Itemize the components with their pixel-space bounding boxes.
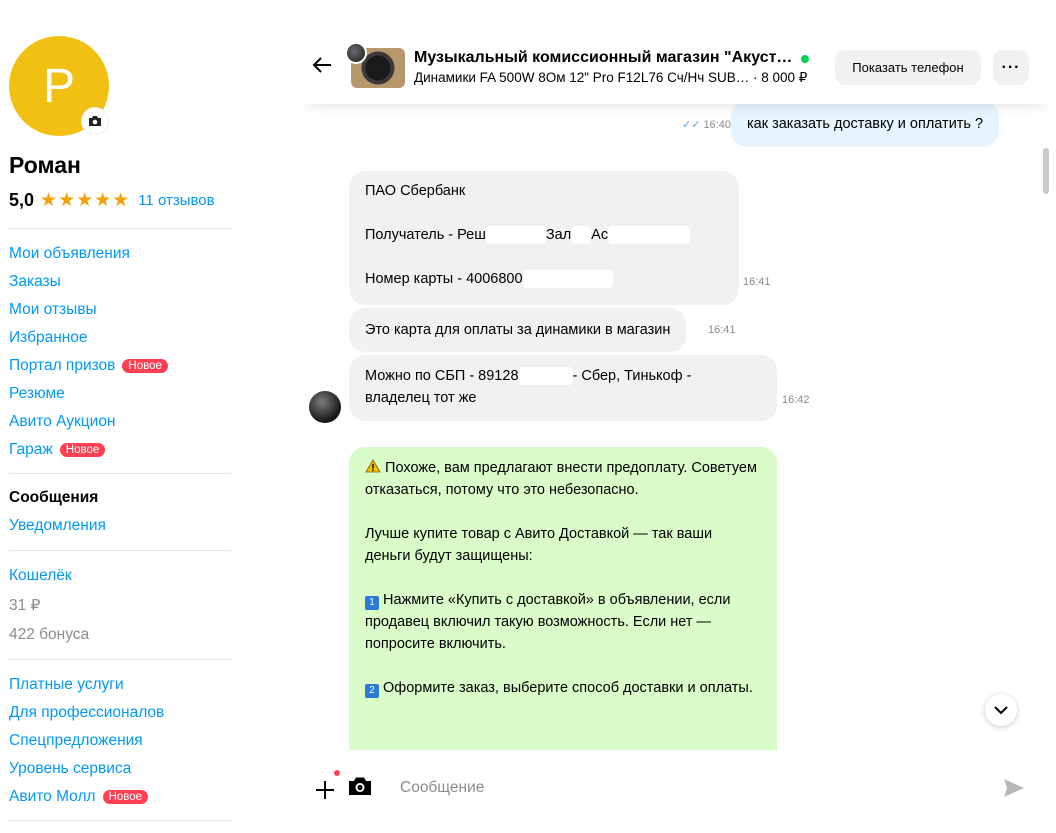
seller-message-avatar [309, 391, 341, 423]
item-subtitle[interactable]: Динамики FA 500W 8Ом 12" Pro F12L76 Сч/Н… [414, 70, 807, 86]
step-number-icon: 2 [365, 684, 379, 698]
message-input-bar [296, 750, 1056, 833]
menu-item-for-pros[interactable]: Для профессионалов [9, 699, 239, 727]
new-badge: Новое [59, 443, 106, 457]
send-icon[interactable] [1003, 778, 1025, 803]
chat-title[interactable]: Музыкальный комиссионный магазин "Акуст… [414, 49, 792, 67]
menu-item-favorites[interactable]: Избранное [9, 324, 239, 352]
message-input[interactable] [400, 774, 990, 802]
notification-dot-icon [334, 770, 340, 776]
message-line: Номер карты - 4006800 [365, 268, 723, 290]
menu-item-orders[interactable]: Заказы [9, 268, 239, 296]
divider [9, 473, 231, 474]
prepayment-warning-message: Похоже, вам предлагают внести предоплату… [349, 447, 777, 767]
reviews-link[interactable]: 11 отзывов [138, 192, 214, 209]
profile-rating: 5,0 ★★★★★ 11 отзывов [9, 189, 215, 212]
warning-step: 1 Нажмите «Купить с доставкой» в объявле… [365, 592, 731, 652]
new-badge: Новое [122, 359, 168, 373]
message-time: 16:42 [782, 394, 810, 406]
message-line: Получатель - Реш Зал Ас [365, 224, 723, 246]
seller-avatar [345, 42, 367, 64]
change-photo-camera-icon[interactable] [82, 108, 108, 134]
menu-item-resume[interactable]: Резюме [9, 380, 239, 408]
more-options-button[interactable]: ··· [993, 50, 1029, 85]
warning-icon [365, 459, 381, 476]
menu-item-notifications[interactable]: Уведомления [9, 512, 239, 540]
menu-item-my-reviews[interactable]: Мои отзывы [9, 296, 239, 324]
camera-icon[interactable] [348, 776, 372, 801]
outgoing-message: как заказать доставку и оплатить ? [731, 101, 1000, 147]
menu-item-my-ads[interactable]: Мои объявления [9, 240, 239, 268]
menu-item-auction[interactable]: Авито Аукцион [9, 408, 239, 436]
menu-item-wallet[interactable]: Кошелёк [9, 562, 239, 590]
divider [9, 228, 231, 229]
divider [9, 550, 231, 551]
message-time: ✓✓ 16:40 [682, 119, 731, 131]
avatar-initial: Р [42, 59, 75, 113]
menu-section-main: Мои объявления Заказы Мои отзывы Избранн… [9, 240, 239, 464]
divider [9, 659, 231, 660]
warning-paragraph: Похоже, вам предлагают внести предоплату… [365, 459, 757, 498]
back-arrow-icon[interactable] [312, 54, 332, 80]
incoming-message: Это карта для оплаты за динамики в магаз… [349, 308, 687, 352]
step-number-icon: 1 [365, 596, 379, 610]
menu-item-avito-mall[interactable]: Авито Молл Новое [9, 783, 239, 811]
warning-paragraph: Лучше купите товар с Авито Доставкой — т… [365, 526, 713, 564]
menu-item-special-offers[interactable]: Спецпредложения [9, 727, 239, 755]
divider [9, 820, 231, 821]
message-time: 16:41 [708, 324, 736, 336]
message-line: владелец тот же [365, 390, 477, 406]
online-status-icon [801, 55, 809, 63]
incoming-message: ПАО Сбербанк Получатель - Реш Зал Ас Номер… [349, 171, 739, 305]
read-checks-icon: ✓✓ [682, 119, 701, 131]
new-badge: Новое [102, 790, 149, 804]
rating-stars-icon: ★★★★★ [40, 190, 131, 211]
attach-plus-icon[interactable] [315, 776, 335, 807]
chat-panel: Музыкальный комиссионный магазин "Акуст…… [296, 0, 1056, 833]
scroll-down-button[interactable] [985, 694, 1017, 726]
menu-item-garage[interactable]: Гараж Новое [9, 436, 239, 464]
menu-item-messages[interactable]: Сообщения [9, 484, 239, 512]
sidebar: Р Роман 5,0 ★★★★★ 11 отзывов Мои объявле… [0, 0, 240, 833]
menu-item-prize-portal[interactable]: Портал призов Новое [9, 352, 239, 380]
rating-value: 5,0 [9, 190, 35, 210]
wallet-balance: 31 ₽ [9, 596, 41, 614]
menu-section-services: Платные услуги Для профессионалов Спецпр… [9, 671, 239, 811]
scrollbar[interactable] [1043, 148, 1049, 194]
message-time: 16:41 [743, 276, 771, 288]
menu-section-wallet: Кошелёк 31 ₽ 422 бонуса [9, 562, 239, 650]
menu-item-paid-services[interactable]: Платные услуги [9, 671, 239, 699]
menu-section-messages: Сообщения Уведомления [9, 484, 239, 540]
message-line: Можно по СБП - 89128- Сбер, Тинькоф - [365, 367, 692, 386]
incoming-message: Можно по СБП - 89128- Сбер, Тинькоф - вл… [349, 355, 777, 421]
menu-item-service-level[interactable]: Уровень сервиса [9, 755, 239, 783]
profile-name: Роман [9, 152, 81, 178]
message-line: ПАО Сбербанк [365, 183, 466, 199]
wallet-bonus: 422 бонуса [9, 626, 90, 643]
show-phone-button[interactable]: Показать телефон [835, 50, 981, 85]
warning-step: 2 Оформите заказ, выберите способ достав… [365, 677, 761, 699]
